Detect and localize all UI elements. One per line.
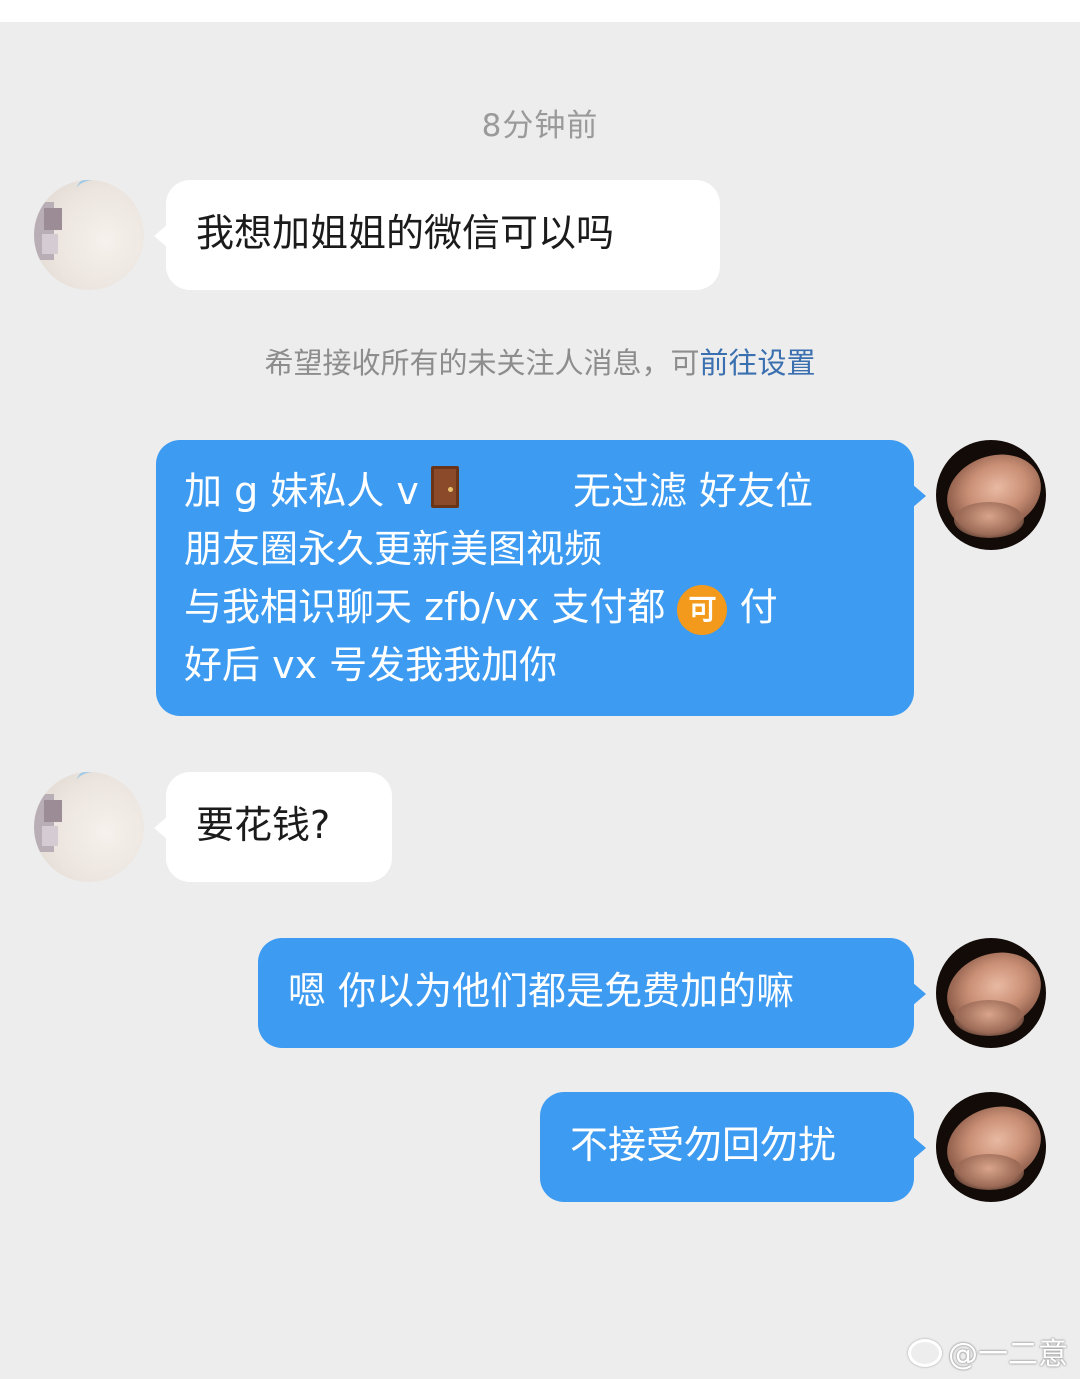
weibo-watermark: @一二意 — [908, 1329, 1068, 1373]
message-text: 嗯 你以为他们都是免费加的嘛 — [288, 969, 795, 1013]
message-line: 与我相识聊天 zfb/vx 支付都 可 付 — [184, 578, 886, 636]
message-line: 加 g 妹私人 v 无过滤 好友位 — [184, 462, 886, 520]
message-bubble-outgoing[interactable]: 不接受勿回勿扰 — [540, 1092, 926, 1202]
my-avatar[interactable] — [936, 440, 1046, 550]
my-avatar[interactable] — [936, 1092, 1046, 1202]
message-text: 我想加姐姐的微信可以吗 — [196, 211, 615, 255]
message-line: 朋友圈永久更新美图视频 — [184, 527, 603, 571]
ke-badge-icon: 可 — [677, 584, 728, 635]
weibo-icon — [908, 1339, 942, 1367]
my-avatar[interactable] — [936, 938, 1046, 1048]
chat-screen: 8分钟前 我想加姐姐的微信可以吗 希望接收所有的未关注人消息，可前往设置 加 g… — [0, 22, 1080, 1379]
message-timestamp: 8分钟前 — [481, 108, 599, 144]
message-bubble-incoming[interactable]: 我想加姐姐的微信可以吗 — [154, 180, 720, 290]
message-text: 加 g 妹私人 v 无过滤 好友位 朋友圈永久更新美图视频 与我相识聊天 zfb… — [184, 462, 886, 694]
message-bubble-outgoing[interactable]: 嗯 你以为他们都是免费加的嘛 — [258, 938, 926, 1048]
contact-avatar[interactable] — [34, 772, 144, 882]
go-to-settings-link[interactable]: 前往设置 — [700, 346, 816, 380]
contact-avatar[interactable] — [34, 180, 144, 290]
message-text: 要花钱? — [196, 803, 331, 847]
unfollowed-messages-notice: 希望接收所有的未关注人消息，可前往设置 — [0, 340, 1080, 382]
message-text: 不接受勿回勿扰 — [570, 1123, 837, 1167]
message-line: 好后 vx 号发我我加你 — [184, 643, 558, 687]
notice-text: 希望接收所有的未关注人消息，可 — [264, 346, 700, 380]
message-bubble-incoming[interactable]: 要花钱? — [154, 772, 392, 882]
message-bubble-outgoing[interactable]: 加 g 妹私人 v 无过滤 好友位 朋友圈永久更新美图视频 与我相识聊天 zfb… — [156, 440, 926, 716]
door-icon — [430, 466, 459, 508]
